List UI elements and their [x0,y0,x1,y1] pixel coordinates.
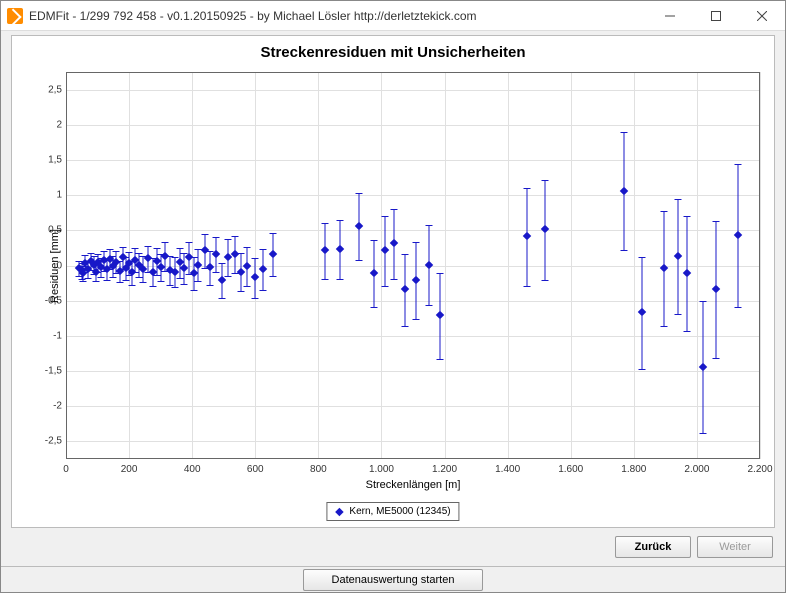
error-bar [228,239,229,277]
error-bar [234,236,235,274]
error-bar [110,249,111,270]
error-bar [209,251,210,286]
x-tick: 800 [310,464,327,475]
error-bar [359,193,360,261]
wizard-buttons: Zurück Weiter [11,528,775,560]
x-tick: 1.400 [495,464,520,475]
error-bar [116,251,117,274]
error-bar [255,258,256,299]
error-bar [122,247,123,271]
x-tick: 0 [63,464,69,475]
error-bar [222,263,223,300]
error-bar [103,251,104,272]
start-analysis-button[interactable]: Datenauswertung starten [303,569,483,591]
x-tick: 400 [184,464,201,475]
error-bar [174,257,175,288]
y-tick: 2,5 [32,84,62,95]
error-bar [241,253,242,292]
y-tick: -0,5 [32,295,62,306]
error-bar [340,220,341,279]
chart-panel: Streckenresiduen mit Unsicherheiten Resi… [11,35,775,528]
error-bar [384,216,385,286]
x-tick: 2.000 [684,464,709,475]
x-tick: 1.000 [369,464,394,475]
error-bar [416,242,417,319]
x-tick: 2.200 [747,464,772,475]
error-bar [737,164,738,308]
error-bar [687,216,688,331]
window-title: EDMFit - 1/299 792 458 - v0.1.20150925 -… [29,9,647,23]
next-button: Weiter [697,536,773,558]
error-bar [545,180,546,281]
maximize-button[interactable] [693,1,739,30]
close-icon [757,11,767,21]
chart-legend[interactable]: Kern, ME5000 (12345) [326,502,459,521]
error-bar [373,240,374,308]
error-bar [198,249,199,283]
titlebar[interactable]: EDMFit - 1/299 792 458 - v0.1.20150925 -… [1,1,785,31]
error-bar [193,257,194,291]
error-bar [97,254,98,274]
error-bar [663,211,664,326]
error-bar [677,199,678,314]
y-tick: 1,5 [32,154,62,165]
back-button[interactable]: Zurück [615,536,691,558]
maximize-icon [711,11,721,21]
error-bar [405,254,406,327]
y-tick: 2 [32,119,62,130]
x-tick: 1.800 [621,464,646,475]
error-bar [189,242,190,274]
error-bar [113,256,114,279]
x-tick: 1.600 [558,464,583,475]
legend-label: Kern, ME5000 (12345) [349,506,450,517]
y-tick: -1,5 [32,366,62,377]
x-tick: 200 [121,464,138,475]
y-tick: -2 [32,401,62,412]
error-bar [641,257,642,370]
error-bar [157,248,158,276]
error-bar [125,257,126,281]
x-axis-label: Streckenlängen [m] [366,479,461,491]
app-icon [7,8,23,24]
app-window: EDMFit - 1/299 792 458 - v0.1.20150925 -… [0,0,786,593]
error-bar [526,188,527,287]
y-tick: 0 [32,260,62,271]
error-bar [170,256,171,286]
footer-bar: Datenauswertung starten [1,566,785,592]
error-bar [119,261,120,284]
error-bar [428,225,429,307]
error-bar [160,254,161,282]
y-tick: 1 [32,190,62,201]
legend-marker-icon [335,508,343,516]
error-bar [84,255,85,273]
chart-title: Streckenresiduen mit Unsicherheiten [12,44,774,61]
x-tick: 1.200 [432,464,457,475]
error-bar [394,209,395,279]
error-bar [263,249,264,291]
error-bar [152,258,153,286]
close-button[interactable] [739,1,785,30]
error-bar [100,258,101,278]
error-bar [184,253,185,285]
y-tick: -2,5 [32,436,62,447]
y-tick: -1 [32,330,62,341]
error-bar [135,248,136,273]
error-bar [439,273,440,360]
error-bar [247,247,248,286]
plot-area[interactable]: Residuen [mm] Streckenlängen [m] -2,5-2-… [66,72,760,459]
minimize-icon [665,11,675,21]
error-bar [324,223,325,279]
error-bar [715,221,716,359]
y-tick: 0,5 [32,225,62,236]
x-tick: 600 [247,464,264,475]
content-area: Streckenresiduen mit Unsicherheiten Resi… [1,31,785,566]
minimize-button[interactable] [647,1,693,30]
error-bar [272,233,273,277]
error-bar [129,252,130,276]
error-bar [624,132,625,252]
error-bar [703,301,704,435]
error-bar [107,260,108,281]
error-bar [143,256,144,283]
error-bar [215,237,216,274]
